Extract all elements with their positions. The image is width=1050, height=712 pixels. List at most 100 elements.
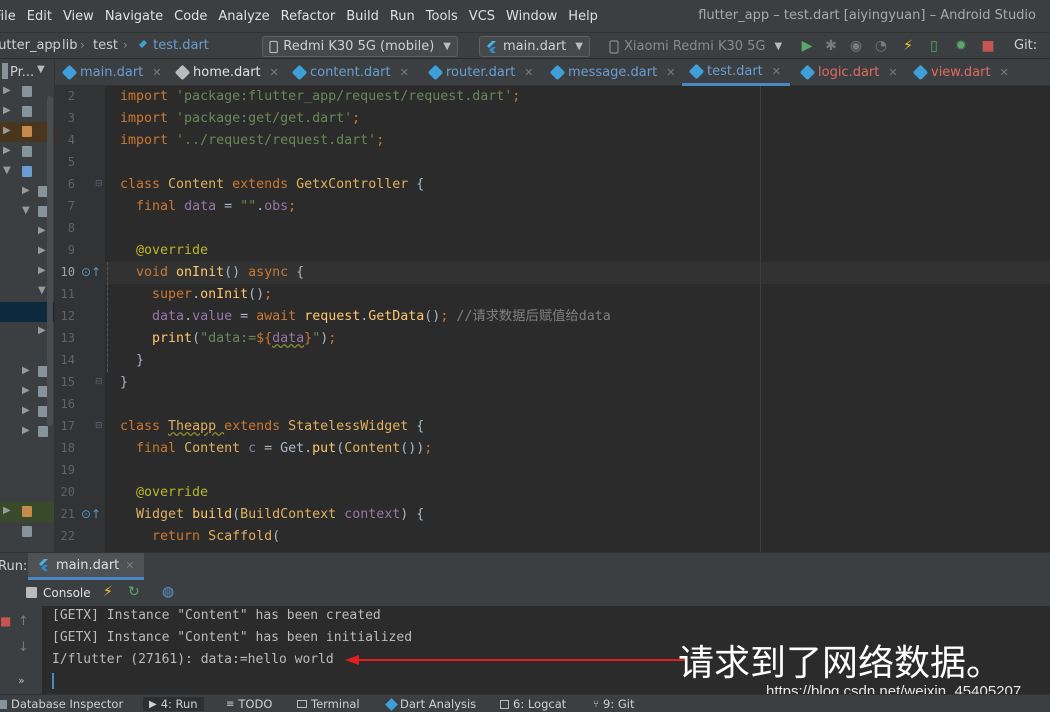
- sidebar-scrollbar[interactable]: [47, 96, 53, 426]
- hot-restart-icon[interactable]: ↻: [128, 584, 140, 600]
- run-tab-main-dart[interactable]: main.dart ✕: [28, 553, 144, 580]
- stop-icon[interactable]: ■: [0, 614, 11, 628]
- more-icon[interactable]: »: [18, 674, 25, 687]
- console-line: [GETX] Instance "Content" has been initi…: [52, 630, 413, 645]
- stop-icon[interactable]: ■: [980, 38, 996, 54]
- chevron-down-icon[interactable]: ▼: [37, 64, 45, 75]
- menu-analyze[interactable]: Analyze: [218, 9, 269, 24]
- debug-icon[interactable]: ✱: [823, 38, 839, 54]
- tab-message-dart[interactable]: message.dart ✕: [549, 59, 675, 86]
- database-icon: [0, 699, 7, 709]
- code-editor[interactable]: 2 3 4 5 6 7 8 9 10 11 12 13 14 15 16 17 …: [55, 86, 1050, 552]
- fold-icon[interactable]: ⊟: [95, 179, 103, 189]
- tree-row[interactable]: ▶: [0, 422, 54, 442]
- apply-changes-icon[interactable]: ▯: [926, 38, 942, 54]
- line-number: 18: [60, 441, 75, 455]
- tool-dart-analysis[interactable]: Dart Analysis: [385, 697, 477, 711]
- run-config-selector[interactable]: main.dart ▼: [479, 36, 590, 57]
- project-panel-title[interactable]: Pr...: [10, 65, 34, 80]
- override-marker-icon[interactable]: ⊙↑: [81, 265, 101, 279]
- tab-label: content.dart: [310, 65, 391, 80]
- text-cursor: [52, 673, 54, 689]
- profile-icon[interactable]: ◔: [873, 38, 889, 54]
- tool-logcat[interactable]: 6: Logcat: [500, 697, 566, 711]
- tool-label: Database Inspector: [11, 697, 124, 711]
- tab-router-dart[interactable]: router.dart ✕: [427, 59, 534, 86]
- tab-main-dart[interactable]: main.dart ✕: [61, 59, 162, 86]
- tab-logic-dart[interactable]: logic.dart ✕: [799, 59, 898, 86]
- dart-file-icon: [291, 64, 308, 81]
- code-line: final data = "".obs;: [136, 199, 297, 214]
- hot-reload-icon[interactable]: ⚡: [900, 38, 916, 54]
- dart-icon: [385, 697, 398, 711]
- code-line: }: [120, 375, 129, 390]
- coverage-icon[interactable]: ◉: [848, 38, 864, 54]
- close-icon[interactable]: ✕: [270, 66, 279, 79]
- menu-file[interactable]: File: [0, 9, 16, 24]
- code-line: @override: [136, 243, 209, 258]
- brace-scope-guide: [107, 262, 108, 372]
- arrow-down-icon[interactable]: ↓: [18, 640, 29, 655]
- dart-file-icon: [912, 64, 929, 81]
- breadcrumb-file[interactable]: test.dart: [137, 38, 209, 53]
- tool-label: Dart Analysis: [400, 697, 477, 711]
- git-label: Git:: [1014, 38, 1038, 53]
- target-device-selector[interactable]: Xiaomi Redmi K30 5G ▼: [602, 36, 790, 57]
- code-line: return Scaffold(: [152, 529, 281, 544]
- close-icon[interactable]: ✕: [666, 66, 675, 79]
- close-icon[interactable]: ✕: [524, 66, 533, 79]
- tool-run[interactable]: ▶ 4: Run: [143, 697, 204, 711]
- override-marker-icon[interactable]: ⊙↑: [81, 507, 101, 521]
- menu-run[interactable]: Run: [390, 9, 415, 24]
- line-number: 4: [67, 133, 75, 147]
- tree-row[interactable]: [0, 522, 54, 542]
- code-line: class Content extends GetxController {: [120, 177, 425, 192]
- close-icon[interactable]: ✕: [125, 559, 134, 572]
- tool-git[interactable]: ⑂ 9: Git: [593, 697, 634, 711]
- close-icon[interactable]: ✕: [152, 66, 161, 79]
- menu-view[interactable]: View: [63, 9, 94, 24]
- menu-refactor[interactable]: Refactor: [281, 9, 336, 24]
- tool-terminal[interactable]: Terminal: [297, 697, 360, 711]
- menu-help[interactable]: Help: [568, 9, 598, 24]
- console-tab[interactable]: Console: [43, 586, 91, 600]
- menu-navigate[interactable]: Navigate: [105, 9, 163, 24]
- editor-gutter: 2 3 4 5 6 7 8 9 10 11 12 13 14 15 16 17 …: [55, 86, 105, 552]
- close-icon[interactable]: ✕: [400, 66, 409, 79]
- tab-view-dart[interactable]: view.dart ✕: [912, 59, 1009, 86]
- tab-test-dart[interactable]: test.dart ✕: [682, 59, 790, 86]
- close-icon[interactable]: ✕: [1000, 66, 1009, 79]
- close-icon[interactable]: ✕: [888, 66, 897, 79]
- run-icon[interactable]: ▶: [799, 38, 815, 54]
- line-number: 10: [60, 265, 75, 279]
- tool-label: 6: Logcat: [513, 697, 567, 711]
- menu-code[interactable]: Code: [174, 9, 207, 24]
- chevron-down-icon: ▼: [575, 41, 583, 52]
- fold-icon[interactable]: ⊟: [95, 377, 103, 387]
- tab-label: home.dart: [193, 65, 261, 80]
- device-selector[interactable]: Redmi K30 5G (mobile) ▼: [262, 36, 458, 57]
- menu-vcs[interactable]: VCS: [469, 9, 495, 24]
- tool-todo[interactable]: ≡ TODO: [226, 697, 272, 711]
- right-margin-guide: [760, 86, 761, 552]
- hot-reload-icon[interactable]: ⚡: [103, 584, 113, 600]
- tool-database-inspector[interactable]: Database Inspector: [0, 697, 123, 711]
- attach-debugger-icon[interactable]: ✹: [953, 38, 969, 54]
- tab-content-dart[interactable]: content.dart ✕: [291, 59, 409, 86]
- menu-tools[interactable]: Tools: [426, 9, 458, 24]
- open-devtools-icon[interactable]: ◍: [162, 584, 174, 600]
- fold-icon[interactable]: ⊟: [95, 421, 103, 431]
- tab-home-dart[interactable]: home.dart ✕: [174, 59, 279, 86]
- line-number: 6: [67, 177, 75, 191]
- tab-label: test.dart: [707, 63, 763, 79]
- menu-build[interactable]: Build: [346, 9, 379, 24]
- breadcrumb-folder[interactable]: lib: [62, 38, 77, 53]
- console-icon: [26, 587, 37, 598]
- menu-edit[interactable]: Edit: [27, 9, 52, 24]
- close-icon[interactable]: ✕: [772, 65, 781, 78]
- menu-window[interactable]: Window: [506, 9, 557, 24]
- arrow-up-icon[interactable]: ↑: [18, 614, 29, 629]
- dart-file-icon: [427, 64, 444, 81]
- tree-row[interactable]: ▶: [0, 502, 54, 522]
- breadcrumb-subfolder[interactable]: test: [93, 38, 118, 53]
